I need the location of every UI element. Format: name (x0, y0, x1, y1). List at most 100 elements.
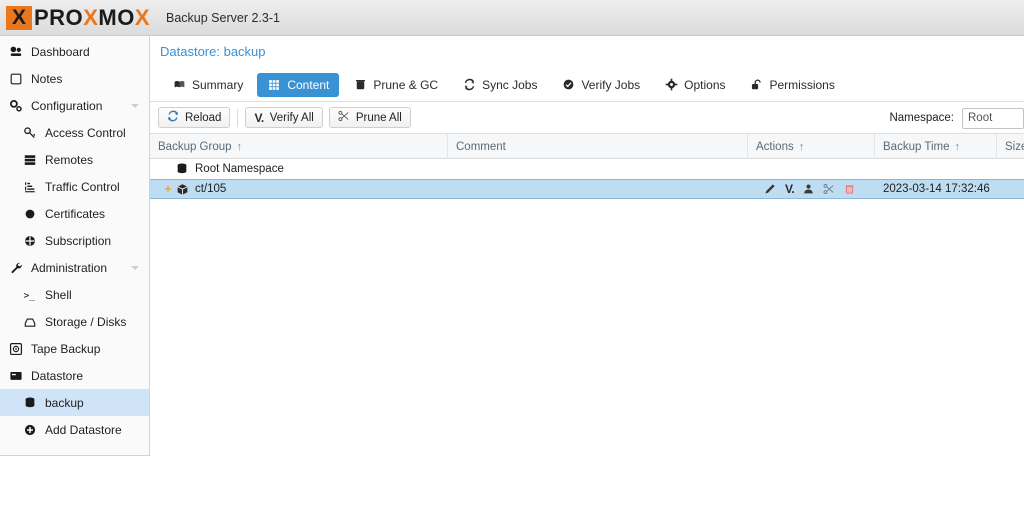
backup-group-name: ct/105 (195, 183, 227, 195)
chevron-down-icon[interactable] (131, 103, 139, 108)
prune-icon[interactable] (823, 183, 835, 195)
dashboard-icon (8, 44, 24, 60)
column-header-size[interactable]: Size (997, 134, 1024, 159)
column-header-label: Backup Time (883, 140, 950, 153)
column-header-comment[interactable]: Comment (448, 134, 748, 159)
namespace-select[interactable]: Root (962, 107, 1024, 129)
sidebar-item-label: Certificates (45, 206, 106, 221)
cell-actions (748, 159, 875, 179)
sidebar-item-tape-backup[interactable]: Tape Backup (0, 335, 149, 362)
scissors-icon (338, 110, 350, 125)
sidebar-item-dashboard[interactable]: Dashboard (0, 38, 149, 65)
sidebar-item-notes[interactable]: Notes (0, 65, 149, 92)
tab-label: Prune & GC (373, 77, 439, 92)
change-owner-icon[interactable] (803, 183, 814, 195)
sort-arrow-up-icon: ↑ (954, 140, 960, 153)
gear-icon (664, 78, 678, 92)
top-header-bar: X PROXMOX Backup Server 2.3-1 (0, 0, 1024, 36)
tape-icon (8, 341, 24, 357)
logo-x-mark: X (6, 5, 32, 30)
prune-all-label: Prune All (355, 111, 402, 124)
reload-button[interactable]: Reload (158, 107, 231, 128)
sidebar-item-access-control[interactable]: Access Control (0, 119, 149, 146)
chevron-down-icon[interactable] (131, 265, 139, 270)
sidebar-item-label: Remotes (45, 152, 94, 167)
traffic-icon (22, 179, 38, 195)
sidebar-item-traffic-control[interactable]: Traffic Control (0, 173, 149, 200)
sidebar-item-configuration[interactable]: Configuration (0, 92, 149, 119)
tab-options[interactable]: Options (654, 73, 735, 97)
database-icon (174, 162, 190, 176)
table-row[interactable]: + ct/105 V. 2023-03-14 17:32:46 (150, 179, 1024, 199)
column-header-actions[interactable]: Actions ↑ (748, 134, 875, 159)
sidebar-item-label: Access Control (45, 125, 126, 140)
verify-icon (561, 78, 575, 92)
logo-pro-text: PRO (34, 4, 84, 30)
app-root: X PROXMOX Backup Server 2.3-1 Dashboard N… (0, 0, 1024, 512)
sidebar-item-label: Dashboard (31, 44, 90, 59)
sidebar-item-label: Shell (45, 287, 72, 302)
sidebar-item-label: Storage / Disks (45, 314, 127, 329)
toolbar-separator (237, 108, 239, 127)
sidebar-item-remotes[interactable]: Remotes (0, 146, 149, 173)
row-action-group: V. (764, 182, 855, 196)
reload-label: Reload (185, 111, 222, 124)
tab-permissions[interactable]: Permissions (740, 73, 845, 97)
table-row[interactable]: Root Namespace (150, 159, 1024, 179)
sidebar-item-backup[interactable]: backup (0, 389, 149, 416)
sync-icon (462, 78, 476, 92)
column-header-label: Backup Group (158, 140, 232, 153)
wrench-icon (8, 260, 24, 276)
gears-icon (8, 98, 24, 114)
notes-icon (8, 71, 24, 87)
logo-mo-text: MO (98, 4, 135, 30)
expand-node-icon[interactable]: + (162, 183, 174, 195)
disk-icon (22, 314, 38, 330)
verify-all-button[interactable]: V. Verify All (245, 107, 323, 128)
sidebar-item-add-datastore[interactable]: Add Datastore (0, 416, 149, 443)
content-toolbar: Reload V. Verify All Prune All Namespace… (150, 102, 1024, 134)
sidebar-item-storage-disks[interactable]: Storage / Disks (0, 308, 149, 335)
sidebar-item-label: Configuration (31, 98, 103, 113)
cell-actions: V. (748, 179, 875, 199)
tab-verify-jobs[interactable]: Verify Jobs (551, 73, 650, 97)
cell-size (997, 159, 1024, 179)
column-header-backup-group[interactable]: Backup Group ↑ (150, 134, 448, 159)
table-header-row: Backup Group ↑ Comment Actions ↑ Backup Time ↑… (150, 134, 1024, 159)
verify-all-label: Verify All (269, 111, 314, 124)
sidebar-nav: Dashboard Notes Configuration Access Contro… (0, 36, 150, 456)
breadcrumb[interactable]: Datastore: backup (150, 36, 1024, 58)
edit-comment-icon[interactable] (764, 183, 776, 195)
forget-icon[interactable] (844, 183, 855, 195)
cell-backup-time (875, 159, 997, 179)
cell-backup-time: 2023-03-14 17:32:46 (883, 183, 990, 195)
verify-icon: V. (254, 110, 264, 125)
sidebar-item-shell[interactable]: >_ Shell (0, 281, 149, 308)
sidebar-item-certificates[interactable]: Certificates (0, 200, 149, 227)
sidebar-item-label: Subscription (45, 233, 112, 248)
tab-summary[interactable]: Summary (162, 73, 253, 97)
sidebar-item-label: Traffic Control (45, 179, 120, 194)
cell-backup-group: + ct/105 (150, 179, 448, 199)
tab-bar: Summary Content Prune & GC Sync Jobs Verify … (150, 68, 1024, 102)
terminal-icon: >_ (22, 287, 38, 303)
sidebar-item-label: Datastore (31, 368, 84, 383)
sidebar-item-datastore[interactable]: Datastore (0, 362, 149, 389)
column-header-label: Actions (756, 140, 794, 153)
sidebar-item-subscription[interactable]: Subscription (0, 227, 149, 254)
sidebar-item-administration[interactable]: Administration (0, 254, 149, 281)
column-header-backup-time[interactable]: Backup Time ↑ (875, 134, 997, 159)
tab-prune-gc[interactable]: Prune & GC (343, 73, 448, 97)
tab-sync-jobs[interactable]: Sync Jobs (452, 73, 547, 97)
main-content: Datastore: backup Summary Content Prune & … (150, 36, 1024, 512)
tab-content[interactable]: Content (257, 72, 340, 97)
prune-all-button[interactable]: Prune All (328, 107, 411, 128)
svg-text:>_: >_ (23, 290, 35, 301)
proxmox-logo[interactable]: X PROXMOX (0, 0, 150, 36)
content-grid-icon (267, 78, 281, 92)
prune-icon (353, 78, 367, 92)
subscription-icon (22, 233, 38, 249)
verify-icon[interactable]: V. (785, 182, 795, 196)
